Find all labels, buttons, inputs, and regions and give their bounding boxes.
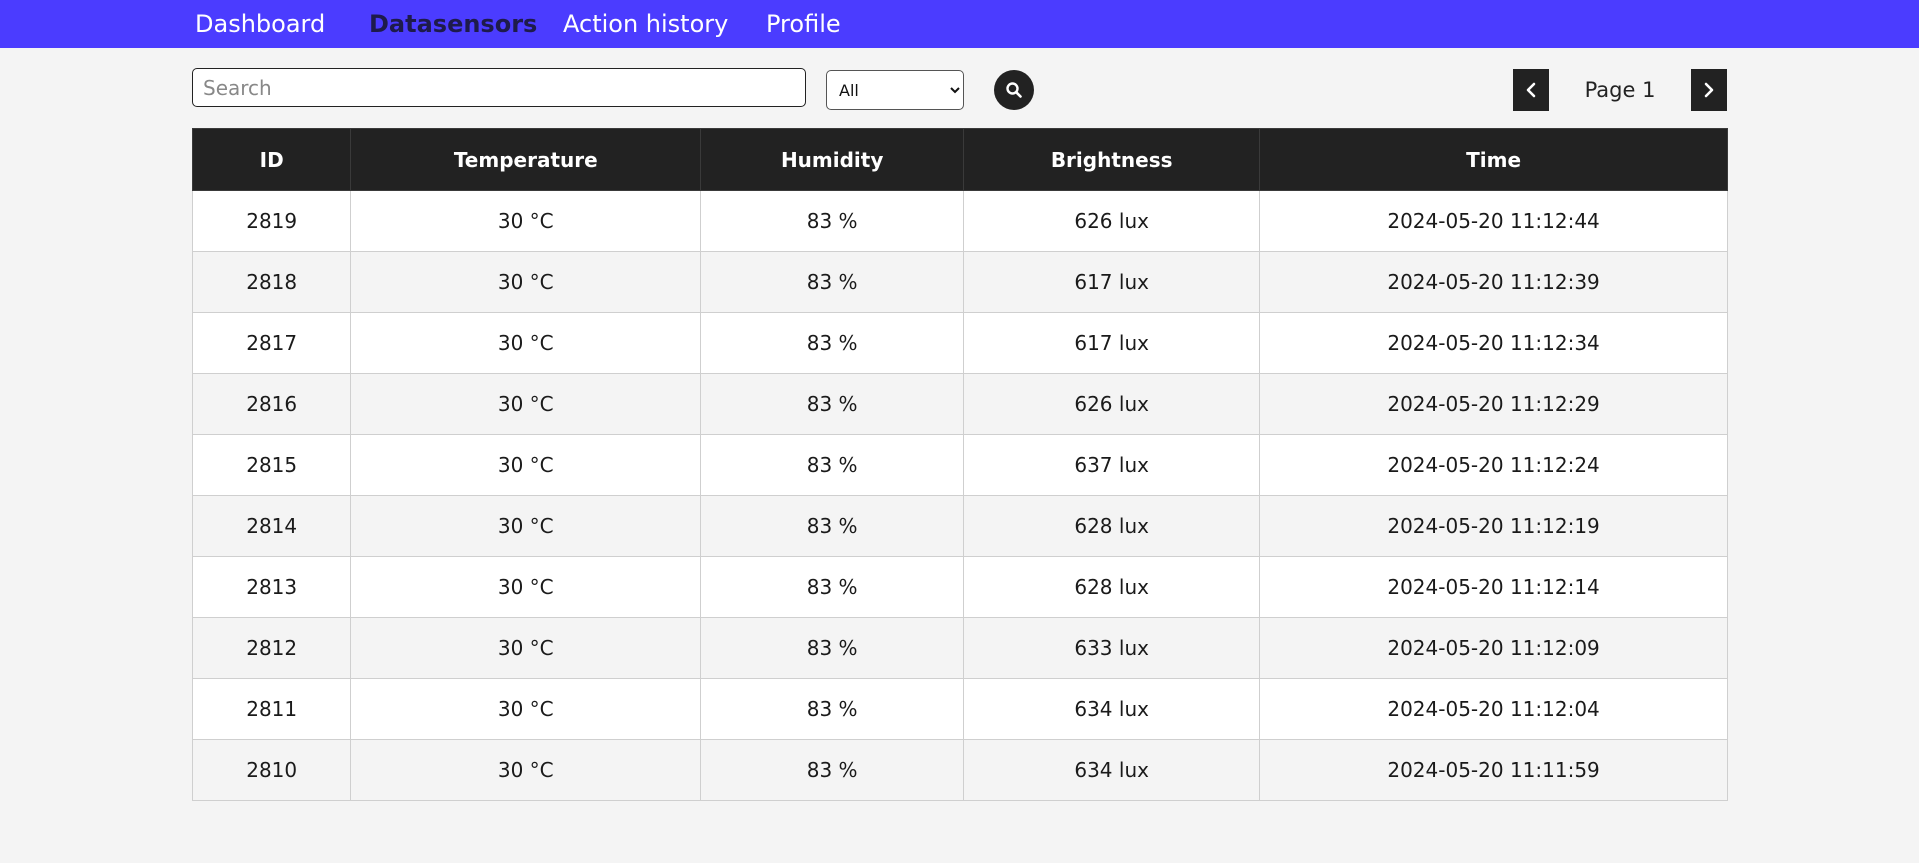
cell-temperature: 30 °C xyxy=(350,251,702,313)
table-row: 2815 30 °C 83 % 637 lux 2024-05-20 11:12:24 xyxy=(191,434,1728,496)
sensor-data-table: ID Temperature Humidity Brightness Time … xyxy=(191,128,1728,801)
cell-time: 2024-05-20 11:12:39 xyxy=(1259,251,1728,313)
cell-humidity: 83 % xyxy=(700,434,965,496)
cell-brightness: 628 lux xyxy=(963,495,1261,557)
cell-temperature: 30 °C xyxy=(350,617,702,679)
search-input[interactable] xyxy=(192,68,806,107)
cell-temperature: 30 °C xyxy=(350,190,702,252)
cell-time: 2024-05-20 11:11:59 xyxy=(1259,739,1728,801)
cell-id: 2815 xyxy=(191,434,352,496)
search-button[interactable] xyxy=(994,70,1034,110)
cell-id: 2816 xyxy=(191,373,352,435)
cell-humidity: 83 % xyxy=(700,495,965,557)
cell-id: 2811 xyxy=(191,678,352,740)
table-row: 2812 30 °C 83 % 633 lux 2024-05-20 11:12:09 xyxy=(191,617,1728,679)
column-header-temperature: Temperature xyxy=(350,128,702,191)
cell-brightness: 617 lux xyxy=(963,251,1261,313)
cell-time: 2024-05-20 11:12:44 xyxy=(1259,190,1728,252)
cell-brightness: 634 lux xyxy=(963,739,1261,801)
cell-temperature: 30 °C xyxy=(350,434,702,496)
cell-id: 2818 xyxy=(191,251,352,313)
cell-id: 2817 xyxy=(191,312,352,374)
cell-time: 2024-05-20 11:12:34 xyxy=(1259,312,1728,374)
chevron-right-icon xyxy=(1702,81,1716,99)
filter-select[interactable]: All xyxy=(826,70,964,110)
column-header-time: Time xyxy=(1259,128,1728,191)
cell-brightness: 617 lux xyxy=(963,312,1261,374)
table-row: 2814 30 °C 83 % 628 lux 2024-05-20 11:12:19 xyxy=(191,495,1728,557)
table-row: 2818 30 °C 83 % 617 lux 2024-05-20 11:12:39 xyxy=(191,251,1728,313)
nav-item-datasensors[interactable]: Datasensors xyxy=(369,0,537,48)
table-row: 2816 30 °C 83 % 626 lux 2024-05-20 11:12:29 xyxy=(191,373,1728,435)
table-header-row: ID Temperature Humidity Brightness Time xyxy=(191,128,1728,191)
page-indicator: Page 1 xyxy=(1584,78,1656,102)
cell-temperature: 30 °C xyxy=(350,312,702,374)
chevron-left-icon xyxy=(1524,81,1538,99)
cell-time: 2024-05-20 11:12:14 xyxy=(1259,556,1728,618)
search-icon xyxy=(1005,81,1023,99)
cell-temperature: 30 °C xyxy=(350,678,702,740)
cell-brightness: 637 lux xyxy=(963,434,1261,496)
cell-brightness: 626 lux xyxy=(963,373,1261,435)
cell-humidity: 83 % xyxy=(700,251,965,313)
cell-brightness: 628 lux xyxy=(963,556,1261,618)
cell-id: 2810 xyxy=(191,739,352,801)
cell-brightness: 633 lux xyxy=(963,617,1261,679)
cell-temperature: 30 °C xyxy=(350,739,702,801)
cell-brightness: 626 lux xyxy=(963,190,1261,252)
nav-item-profile[interactable]: Profile xyxy=(766,0,841,48)
cell-id: 2813 xyxy=(191,556,352,618)
next-page-button[interactable] xyxy=(1691,69,1727,111)
cell-time: 2024-05-20 11:12:04 xyxy=(1259,678,1728,740)
nav-item-dashboard[interactable]: Dashboard xyxy=(195,0,325,48)
prev-page-button[interactable] xyxy=(1513,69,1549,111)
cell-humidity: 83 % xyxy=(700,739,965,801)
table-row: 2813 30 °C 83 % 628 lux 2024-05-20 11:12:14 xyxy=(191,556,1728,618)
table-row: 2810 30 °C 83 % 634 lux 2024-05-20 11:11:59 xyxy=(191,739,1728,801)
cell-temperature: 30 °C xyxy=(350,373,702,435)
cell-time: 2024-05-20 11:12:09 xyxy=(1259,617,1728,679)
cell-temperature: 30 °C xyxy=(350,556,702,618)
table-row: 2811 30 °C 83 % 634 lux 2024-05-20 11:12:04 xyxy=(191,678,1728,740)
column-header-brightness: Brightness xyxy=(963,128,1261,191)
cell-id: 2814 xyxy=(191,495,352,557)
cell-brightness: 634 lux xyxy=(963,678,1261,740)
table-row: 2817 30 °C 83 % 617 lux 2024-05-20 11:12:34 xyxy=(191,312,1728,374)
cell-humidity: 83 % xyxy=(700,190,965,252)
cell-time: 2024-05-20 11:12:24 xyxy=(1259,434,1728,496)
cell-humidity: 83 % xyxy=(700,617,965,679)
cell-time: 2024-05-20 11:12:19 xyxy=(1259,495,1728,557)
cell-humidity: 83 % xyxy=(700,556,965,618)
column-header-id: ID xyxy=(191,128,352,191)
cell-time: 2024-05-20 11:12:29 xyxy=(1259,373,1728,435)
nav-item-action-history[interactable]: Action history xyxy=(563,0,728,48)
table-row: 2819 30 °C 83 % 626 lux 2024-05-20 11:12:44 xyxy=(191,190,1728,252)
cell-humidity: 83 % xyxy=(700,373,965,435)
cell-humidity: 83 % xyxy=(700,678,965,740)
cell-temperature: 30 °C xyxy=(350,495,702,557)
cell-id: 2819 xyxy=(191,190,352,252)
column-header-humidity: Humidity xyxy=(700,128,965,191)
cell-id: 2812 xyxy=(191,617,352,679)
top-navbar: Dashboard Datasensors Action history Pro… xyxy=(0,0,1919,48)
cell-humidity: 83 % xyxy=(700,312,965,374)
